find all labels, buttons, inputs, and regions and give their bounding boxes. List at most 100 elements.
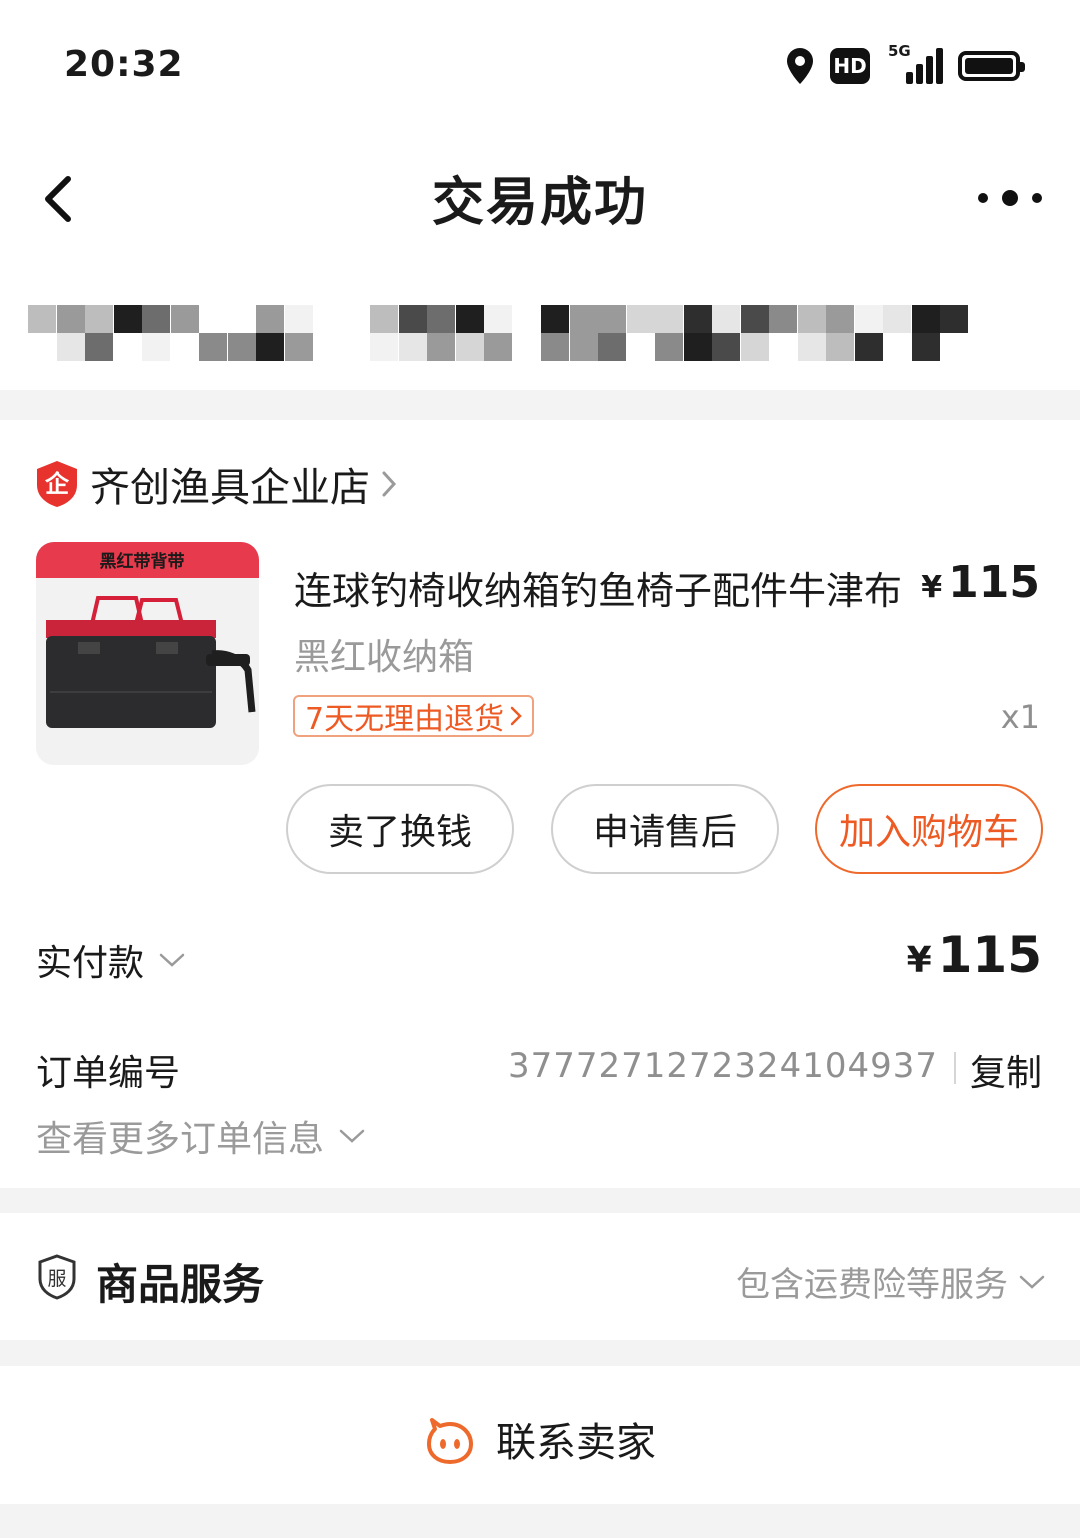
pixel-block [854, 333, 883, 361]
pixel-block [911, 305, 940, 333]
pixel-block [484, 333, 512, 361]
return-policy-tag[interactable]: 7天无理由退货 [293, 695, 535, 737]
pixel-block [170, 305, 199, 333]
pixel-block [370, 305, 398, 333]
product-sku: 黑红收纳箱 [294, 637, 475, 678]
nav-bar: 交易成功 [0, 130, 1080, 260]
contact-seller-section: 联系卖家 [0, 1366, 1080, 1504]
pixel-block [455, 333, 484, 361]
seller-chat-icon [427, 1418, 473, 1464]
pixel-block [911, 333, 940, 361]
pixel-block [598, 305, 626, 333]
pixel-block [683, 305, 712, 333]
order-number: 3777271272324104937 [507, 1046, 938, 1086]
pixel-block [541, 333, 569, 361]
pixel-block [455, 305, 484, 333]
pixel-block [85, 333, 113, 361]
chevron-right-icon [510, 706, 522, 726]
service-desc: 包含运费险等服务 [736, 1257, 1046, 1306]
paid-amount: ¥115 [907, 926, 1042, 984]
pixel-block [940, 305, 968, 333]
pixel-block [256, 305, 284, 333]
storage-box-image: 黑红带背带 [36, 542, 259, 765]
pixel-block [227, 333, 256, 361]
product-price: ¥115 [921, 557, 1040, 608]
order-card: 企 齐创渔具企业店 黑红带背带 连球钓椅收纳箱钓鱼椅子配件牛津布 ¥115 黑红… [0, 420, 1080, 1188]
more-order-info-label: 查看更多订单信息 [36, 1119, 325, 1160]
return-policy-label: 7天无理由退货 [305, 702, 505, 737]
location-icon [787, 48, 813, 84]
pixel-block [113, 305, 142, 333]
service-icon-char: 服 [47, 1268, 66, 1290]
network-type-label: 5G [888, 42, 911, 60]
pixel-block [769, 305, 797, 333]
pixel-block [712, 305, 740, 333]
page-title: 交易成功 [431, 173, 648, 233]
pixel-block [569, 305, 598, 333]
product-title[interactable]: 连球钓椅收纳箱钓鱼椅子配件牛津布 [294, 560, 902, 615]
top-section: 20:32 HD 5G 交易成功 [0, 0, 1080, 390]
pixel-block [740, 333, 769, 361]
pixel-block [85, 305, 113, 333]
hd-icon: HD [830, 48, 870, 84]
contact-seller-button[interactable]: 联系卖家 [0, 1410, 1080, 1468]
battery-icon [958, 51, 1025, 81]
sell-button[interactable]: 卖了换钱 [286, 784, 514, 874]
pixel-block [484, 305, 512, 333]
contact-seller-label: 联系卖家 [496, 1420, 656, 1466]
pixel-block [398, 305, 427, 333]
shop-badge-char: 企 [45, 470, 70, 498]
pixel-block [56, 333, 85, 361]
pixel-block [199, 333, 227, 361]
pixel-block [427, 305, 455, 333]
shop-link[interactable]: 企 齐创渔具企业店 [34, 458, 398, 511]
pixel-block [370, 333, 398, 361]
pixel-block [28, 305, 56, 333]
status-time: 20:32 [64, 44, 184, 85]
paid-value: 115 [937, 926, 1042, 984]
pixel-block [398, 333, 427, 361]
order-number-label: 订单编号 [36, 1053, 181, 1094]
after-sale-button[interactable]: 申请售后 [551, 784, 779, 874]
add-to-cart-button[interactable]: 加入购物车 [815, 784, 1043, 874]
product-image[interactable]: 黑红带背带 [36, 542, 259, 765]
product-quantity: x1 [1000, 698, 1040, 736]
more-dots-icon[interactable] [978, 180, 1042, 216]
chevron-right-icon [382, 471, 397, 497]
pixel-block [826, 333, 854, 361]
pixel-block [883, 305, 911, 333]
pixel-block [797, 305, 826, 333]
pixel-block [569, 333, 598, 361]
enterprise-shop-badge-icon: 企 [37, 461, 77, 507]
paid-currency: ¥ [906, 940, 932, 981]
pixel-block [56, 305, 85, 333]
pixel-block [427, 333, 455, 361]
more-order-info-toggle[interactable]: 查看更多订单信息 [36, 1110, 366, 1162]
service-section[interactable]: 服 商品服务 包含运费险等服务 [0, 1213, 1080, 1340]
chevron-down-icon [1019, 1275, 1045, 1289]
service-desc-text: 包含运费险等服务 [736, 1265, 1008, 1305]
status-bar: 20:32 HD 5G [0, 0, 1080, 130]
paid-label-toggle[interactable]: 实付款 [36, 934, 186, 986]
pixel-block [284, 333, 313, 361]
image-banner-text: 黑红带背带 [100, 551, 185, 572]
status-icons: HD 5G [784, 42, 1025, 88]
pixel-block [142, 305, 170, 333]
pixel-block [142, 333, 170, 361]
pixel-block [284, 305, 313, 333]
service-shield-icon: 服 [38, 1254, 76, 1300]
pixelated-logistics-text [28, 305, 968, 363]
pixel-block [626, 305, 655, 333]
pixel-block [797, 333, 826, 361]
price-currency: ¥ [921, 570, 943, 605]
pixel-block [740, 305, 769, 333]
pixel-block [598, 333, 626, 361]
signal-5g-icon: 5G [884, 42, 944, 86]
pixel-block [683, 333, 712, 361]
shop-name: 齐创渔具企业店 [90, 465, 370, 511]
chevron-down-icon [159, 953, 185, 967]
pixel-block [655, 305, 683, 333]
chevron-down-icon [339, 1129, 365, 1143]
pixel-block [655, 333, 683, 361]
copy-button[interactable]: 复制 [970, 1044, 1042, 1096]
